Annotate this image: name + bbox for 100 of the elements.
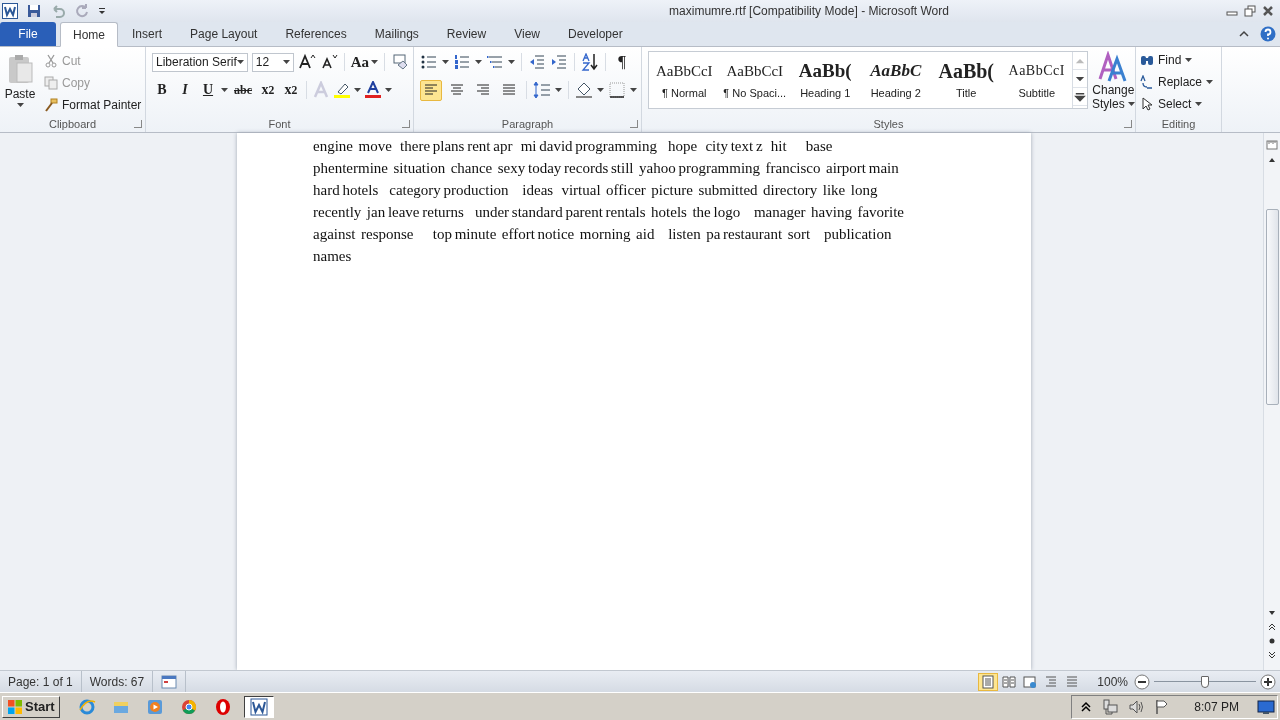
speaker-icon[interactable] (1128, 698, 1145, 715)
network-icon[interactable] (1102, 698, 1119, 715)
restore-icon[interactable] (1244, 5, 1256, 17)
caret-icon[interactable] (630, 88, 637, 92)
increase-indent-icon[interactable] (550, 53, 568, 71)
group-label: Font (268, 118, 291, 130)
show-desktop-icon[interactable] (1257, 697, 1275, 716)
replace-button[interactable]: Replace (1140, 72, 1214, 91)
scroll-thumb[interactable] (1265, 209, 1279, 405)
ruler-toggle-icon[interactable] (1266, 139, 1278, 151)
change-case-button[interactable]: Aa (350, 53, 378, 71)
style-item[interactable]: AaBb( Title (931, 52, 1002, 108)
file-tab[interactable]: File (0, 22, 56, 46)
line-spacing-icon[interactable] (533, 81, 551, 99)
zoom-slider-thumb[interactable] (1201, 675, 1209, 688)
play-icon (145, 697, 164, 716)
browser-icon (213, 697, 232, 716)
caret-icon[interactable] (385, 88, 392, 92)
zoom-out-icon[interactable] (1134, 673, 1150, 690)
bullets-icon[interactable] (420, 53, 438, 71)
browser-icon (77, 697, 96, 716)
dialog-launcher-icon[interactable] (1124, 120, 1132, 128)
paste-button[interactable]: Paste (4, 51, 36, 116)
decrease-indent-icon[interactable] (528, 53, 546, 71)
alignment-icon (449, 82, 465, 98)
word-taskbar-button[interactable] (243, 695, 274, 718)
word-logo-icon (249, 697, 268, 716)
ribbon-tab[interactable]: Page Layout (176, 22, 272, 46)
show-hidden-icons-icon[interactable] (1080, 700, 1093, 713)
shrink-font-icon[interactable] (319, 53, 338, 71)
change-styles-button[interactable]: Change Styles (1092, 51, 1135, 116)
previous-page-icon[interactable] (1267, 622, 1277, 632)
ribbon-tab[interactable]: Review (432, 22, 501, 46)
browse-object-icon[interactable] (1267, 636, 1277, 646)
borders-icon[interactable] (608, 81, 626, 99)
show-formatting-marks-button[interactable]: ¶ (612, 52, 632, 72)
next-page-icon[interactable] (1267, 650, 1277, 660)
sort-icon[interactable] (581, 53, 599, 71)
close-icon[interactable] (1262, 5, 1274, 17)
clock[interactable]: 8:07 PM (1194, 699, 1239, 714)
dialog-launcher-icon[interactable] (134, 120, 142, 128)
format-painter-button[interactable]: Format Painter (44, 95, 142, 114)
font-size-field[interactable]: 12 (251, 52, 294, 72)
underline-button[interactable]: U (198, 80, 218, 100)
caret-icon[interactable] (475, 60, 482, 64)
align-left-button[interactable] (420, 79, 442, 101)
italic-button[interactable]: I (175, 80, 195, 100)
ribbon-tab[interactable]: Mailings (360, 22, 433, 46)
caret-icon (371, 60, 378, 64)
caret-icon (16, 103, 24, 107)
caret-icon[interactable] (597, 88, 604, 92)
start-button[interactable]: Start (2, 695, 60, 718)
style-item[interactable]: AaBbCcI Subtitle (1001, 52, 1072, 108)
caret-icon[interactable] (354, 88, 361, 92)
ribbon-tab[interactable]: View (500, 22, 554, 46)
vertical-scrollbar[interactable] (1263, 133, 1280, 670)
paintbrush-icon (44, 97, 58, 112)
dialog-launcher-icon[interactable] (630, 120, 638, 128)
style-item[interactable]: AaBb( Heading 1 (790, 52, 861, 108)
highlighter-icon[interactable] (333, 81, 351, 99)
font-name-field[interactable]: Liberation Serif (152, 52, 248, 72)
caret-icon (1127, 102, 1135, 106)
select-button[interactable]: Select (1140, 94, 1203, 113)
clear-formatting-icon[interactable] (391, 53, 409, 71)
caret-icon[interactable] (555, 88, 562, 92)
style-item[interactable]: AaBbCcI ¶ No Spaci... (719, 52, 790, 108)
caret-icon (236, 60, 244, 64)
caret-icon[interactable] (508, 60, 515, 64)
view-icon (1023, 674, 1038, 689)
style-item[interactable]: AaBbCcI ¶ Normal (649, 52, 720, 108)
strikethrough-button[interactable]: abc (231, 80, 255, 100)
ribbon-tab[interactable]: Insert (118, 22, 177, 46)
save-icon[interactable] (26, 3, 42, 19)
group-label: Editing (1161, 118, 1196, 130)
ribbon-tab[interactable]: References (271, 22, 361, 46)
shading-icon[interactable] (575, 81, 593, 99)
print-view-button[interactable] (978, 672, 999, 691)
ribbon-tab[interactable]: Developer (553, 22, 637, 46)
group-label: Styles (873, 118, 904, 130)
style-item[interactable]: AaBbC Heading 2 (860, 52, 931, 108)
caret-icon[interactable] (221, 88, 228, 92)
word-logo-icon (2, 3, 18, 19)
alignment-icon (475, 82, 491, 98)
numbering-icon[interactable] (453, 53, 471, 71)
multilevel-list-icon[interactable] (486, 53, 504, 71)
grow-font-icon[interactable] (297, 53, 316, 71)
proofing-icon[interactable] (161, 673, 178, 690)
dialog-launcher-icon[interactable] (402, 120, 410, 128)
bold-button[interactable]: B (152, 80, 172, 100)
group-label: Clipboard (48, 118, 97, 130)
help-icon[interactable] (1260, 26, 1276, 42)
replace-icon (1140, 74, 1154, 89)
font-color-icon[interactable] (364, 81, 382, 99)
customize-caret-icon[interactable] (98, 7, 106, 15)
zoom-level[interactable]: 100% (1097, 674, 1128, 689)
caret-icon[interactable] (442, 60, 449, 64)
zoom-in-icon[interactable] (1260, 673, 1276, 690)
ribbon-tab[interactable]: Home (60, 22, 118, 47)
window-title: maximumre.rtf [Compatibility Mode] - Microsoft Word (668, 4, 950, 18)
find-button[interactable]: Find (1140, 50, 1193, 69)
